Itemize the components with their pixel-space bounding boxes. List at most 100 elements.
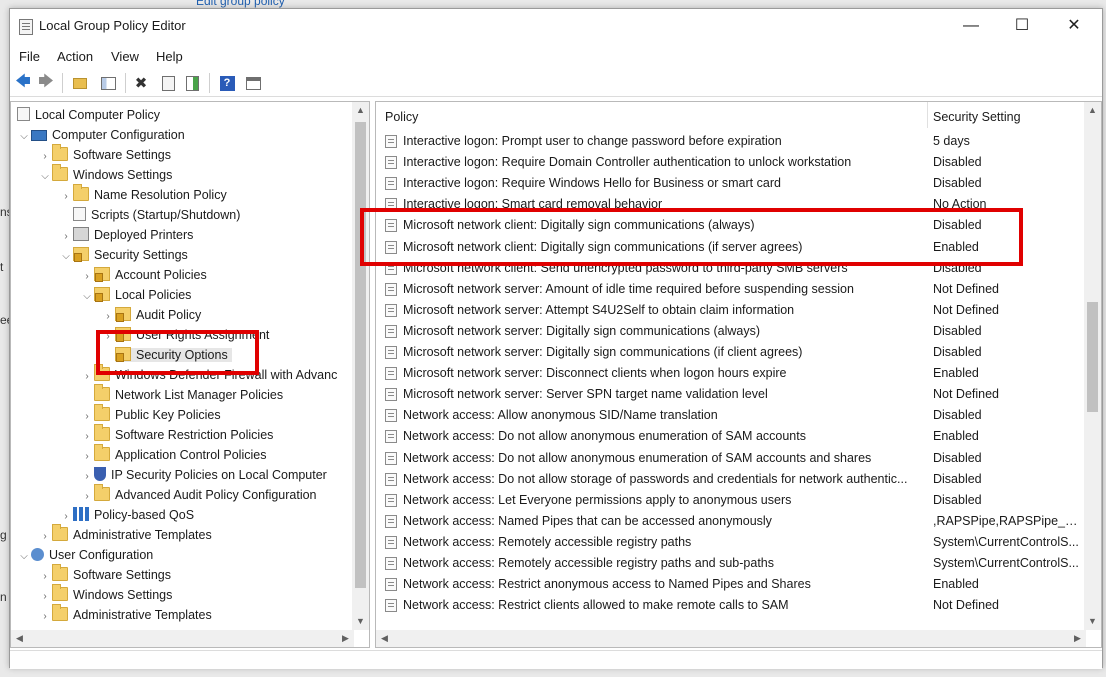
tree-item-user-configuration[interactable]: ⌵ User Configuration	[17, 545, 153, 565]
table-row[interactable]: Microsoft network server: Attempt S4U2Se…	[376, 300, 1081, 321]
scroll-up-icon[interactable]: ▲	[352, 102, 369, 119]
forward-arrow-icon[interactable]: 🡆	[36, 73, 56, 93]
table-row[interactable]: Microsoft network server: Digitally sign…	[376, 321, 1081, 342]
show-action-pane-icon[interactable]	[243, 73, 263, 93]
chevron-right-icon[interactable]: ›	[38, 607, 52, 627]
table-row[interactable]: Network access: Remotely accessible regi…	[376, 553, 1081, 574]
title-bar[interactable]: Local Group Policy Editor — ☐ ✕	[10, 9, 1102, 45]
scroll-left-icon[interactable]: ◀	[376, 630, 393, 647]
column-header-security-setting[interactable]: Security Setting	[933, 102, 1021, 128]
table-row[interactable]: Interactive logon: Prompt user to change…	[376, 131, 1081, 152]
table-row[interactable]: Network access: Do not allow anonymous e…	[376, 426, 1081, 447]
tree-item-deployed-printers[interactable]: › Deployed Printers	[59, 225, 193, 245]
chevron-right-icon[interactable]: ›	[38, 567, 52, 587]
table-row[interactable]: Interactive logon: Require Domain Contro…	[376, 152, 1081, 173]
list-horizontal-scrollbar[interactable]: ◀ ▶	[376, 630, 1086, 647]
tree-item-network-list-manager[interactable]: Network List Manager Policies	[80, 384, 283, 405]
back-arrow-icon[interactable]: 🡄	[13, 73, 33, 93]
tree-item-administrative-templates[interactable]: › Administrative Templates	[38, 524, 212, 547]
table-row[interactable]: Network access: Restrict anonymous acces…	[376, 574, 1081, 595]
tree-item-user-administrative-templates[interactable]: › Administrative Templates	[38, 604, 212, 627]
chevron-down-icon[interactable]: ⌵	[80, 287, 94, 307]
tree-vertical-scrollbar[interactable]: ▲ ▼	[352, 102, 369, 630]
properties-icon[interactable]	[158, 73, 178, 93]
chevron-right-icon[interactable]: ›	[80, 267, 94, 287]
tree-item-name-resolution-policy[interactable]: › Name Resolution Policy	[59, 184, 227, 207]
chevron-right-icon[interactable]: ›	[80, 407, 94, 427]
delete-icon[interactable]: ✖	[131, 73, 151, 93]
export-list-icon[interactable]	[182, 73, 202, 93]
scrollbar-thumb[interactable]	[1087, 302, 1098, 412]
close-button[interactable]: ✕	[1051, 9, 1097, 43]
scroll-down-icon[interactable]: ▼	[352, 613, 369, 630]
scroll-up-icon[interactable]: ▲	[1084, 102, 1101, 119]
column-header-policy[interactable]: Policy	[385, 102, 418, 128]
tree-item-audit-policy[interactable]: › Audit Policy	[101, 305, 201, 325]
table-row[interactable]: Network access: Named Pipes that can be …	[376, 511, 1083, 532]
chevron-right-icon[interactable]: ›	[80, 487, 94, 507]
chevron-right-icon[interactable]: ›	[59, 227, 73, 247]
tree-item-account-policies[interactable]: › Account Policies	[80, 265, 207, 285]
tree-item-application-control[interactable]: › Application Control Policies	[80, 444, 266, 467]
menu-file[interactable]: File	[19, 49, 40, 64]
table-row[interactable]: Microsoft network server: Digitally sign…	[376, 342, 1081, 363]
chevron-right-icon[interactable]: ›	[80, 447, 94, 467]
policy-icon	[385, 177, 397, 191]
tree-item-software-restriction[interactable]: › Software Restriction Policies	[80, 424, 273, 447]
table-row[interactable]: Microsoft network server: Disconnect cli…	[376, 363, 1081, 384]
table-row[interactable]: Network access: Restrict clients allowed…	[376, 595, 1081, 616]
chevron-down-icon[interactable]: ⌵	[17, 127, 31, 147]
tree-item-public-key-policies[interactable]: › Public Key Policies	[80, 404, 221, 427]
menu-action[interactable]: Action	[57, 49, 93, 64]
tree-item-scripts[interactable]: Scripts (Startup/Shutdown)	[59, 205, 240, 225]
tree-item-local-policies[interactable]: ⌵ Local Policies	[80, 285, 191, 305]
chevron-down-icon[interactable]: ⌵	[59, 247, 73, 267]
tree-item-ip-security-policies[interactable]: › IP Security Policies on Local Computer	[80, 465, 327, 485]
policy-list[interactable]: Policy Security Setting Interactive logo…	[375, 101, 1102, 648]
table-row[interactable]: Microsoft network server: Amount of idle…	[376, 279, 1081, 300]
chevron-right-icon[interactable]: ›	[38, 587, 52, 607]
chevron-right-icon[interactable]: ›	[38, 527, 52, 547]
security-folder-icon	[94, 287, 110, 302]
chevron-right-icon[interactable]: ›	[38, 147, 52, 167]
tree-horizontal-scrollbar[interactable]: ◀ ▶	[11, 630, 354, 647]
tree-item-user-software-settings[interactable]: › Software Settings	[38, 564, 171, 587]
list-vertical-scrollbar[interactable]: ▲ ▼	[1084, 102, 1101, 630]
table-row[interactable]: Network access: Do not allow storage of …	[376, 469, 1081, 490]
table-row[interactable]: Network access: Let Everyone permissions…	[376, 490, 1081, 511]
maximize-button[interactable]: ☐	[999, 9, 1045, 43]
chevron-right-icon[interactable]: ›	[80, 367, 94, 387]
table-row[interactable]: Network access: Do not allow anonymous e…	[376, 448, 1081, 469]
show-hide-tree-icon[interactable]	[98, 73, 118, 93]
scroll-right-icon[interactable]: ▶	[337, 630, 354, 647]
chevron-right-icon[interactable]: ›	[59, 507, 73, 527]
tree-item-computer-configuration[interactable]: ⌵ Computer Configuration	[17, 125, 185, 145]
menu-view[interactable]: View	[111, 49, 139, 64]
menu-help[interactable]: Help	[156, 49, 183, 64]
up-folder-icon[interactable]	[70, 73, 90, 93]
tree-item-advanced-audit[interactable]: › Advanced Audit Policy Configuration	[80, 484, 317, 507]
chevron-down-icon[interactable]: ⌵	[17, 547, 31, 567]
scroll-left-icon[interactable]: ◀	[11, 630, 28, 647]
tree-item-user-windows-settings[interactable]: › Windows Settings	[38, 584, 172, 607]
table-row[interactable]: Interactive logon: Require Windows Hello…	[376, 173, 1081, 194]
chevron-right-icon[interactable]: ›	[101, 307, 115, 327]
tree-item-software-settings[interactable]: › Software Settings	[38, 144, 171, 167]
chevron-right-icon[interactable]: ›	[59, 187, 73, 207]
scrollbar-thumb[interactable]	[355, 122, 366, 588]
tree-item-policy-based-qos[interactable]: › Policy-based QoS	[59, 505, 194, 525]
help-icon[interactable]: ?	[217, 73, 237, 93]
chevron-right-icon[interactable]: ›	[80, 427, 94, 447]
column-divider[interactable]	[927, 102, 928, 128]
scroll-right-icon[interactable]: ▶	[1069, 630, 1086, 647]
tree-item-local-computer-policy[interactable]: Local Computer Policy	[17, 105, 160, 125]
tree-item-windows-settings[interactable]: ⌵ Windows Settings	[38, 164, 172, 187]
chevron-down-icon[interactable]: ⌵	[38, 167, 52, 187]
table-row[interactable]: Network access: Allow anonymous SID/Name…	[376, 405, 1081, 426]
table-row[interactable]: Network access: Remotely accessible regi…	[376, 532, 1081, 553]
minimize-button[interactable]: —	[948, 9, 994, 43]
scroll-down-icon[interactable]: ▼	[1084, 613, 1101, 630]
chevron-right-icon[interactable]: ›	[80, 467, 94, 487]
tree-item-security-settings[interactable]: ⌵ Security Settings	[59, 245, 188, 265]
table-row[interactable]: Microsoft network server: Server SPN tar…	[376, 384, 1081, 405]
